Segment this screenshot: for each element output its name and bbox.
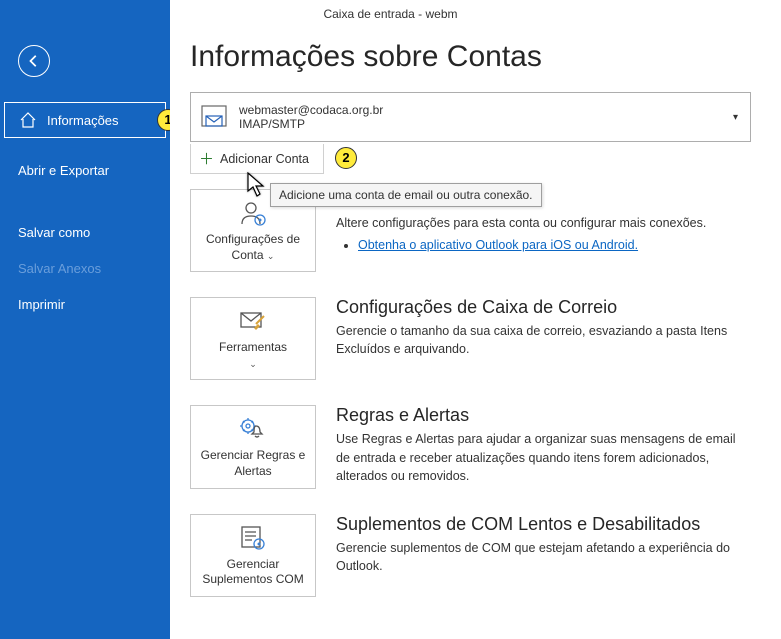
- cursor-icon: [247, 172, 267, 203]
- nav-salvar-anexos: Salvar Anexos: [0, 250, 170, 286]
- card-label: Configurações de Conta ⌄: [195, 232, 311, 263]
- nav-salvar-como[interactable]: Salvar como: [0, 214, 170, 250]
- section-desc: Altere configurações para esta conta ou …: [336, 214, 751, 254]
- add-account-button[interactable]: ＋ Adicionar Conta 2: [190, 144, 324, 174]
- section-title: Regras e Alertas: [336, 405, 751, 426]
- nav-label: Abrir e Exportar: [18, 163, 109, 178]
- section-desc: Gerencie suplementos de COM que estejam …: [336, 539, 751, 575]
- sidebar: Informações 1 Abrir e Exportar Salvar co…: [0, 0, 170, 639]
- callout-2: 2: [335, 147, 357, 169]
- section-title: Configurações de Caixa de Correio: [336, 297, 751, 318]
- nav-label: Salvar Anexos: [18, 261, 101, 276]
- account-email: webmaster@codaca.org.br: [239, 103, 733, 117]
- page-title: Informações sobre Contas: [190, 40, 751, 74]
- nav-abrir-exportar[interactable]: Abrir e Exportar: [0, 152, 170, 188]
- card-label: Gerenciar Suplementos COM: [195, 557, 311, 588]
- gear-bell-icon: [238, 414, 268, 444]
- nav-label: Imprimir: [18, 297, 65, 312]
- com-addins-card[interactable]: Gerenciar Suplementos COM: [190, 514, 316, 597]
- mailbox-icon: [199, 102, 229, 132]
- card-label: Gerenciar Regras e Alertas: [195, 448, 311, 479]
- section-desc: Use Regras e Alertas para ajudar a organ…: [336, 430, 751, 484]
- add-account-label: Adicionar Conta: [220, 152, 309, 166]
- nav-informacoes[interactable]: Informações 1: [4, 102, 166, 138]
- section-desc: Gerencie o tamanho da sua caixa de corre…: [336, 322, 751, 358]
- card-label: Ferramentas⌄: [219, 340, 287, 371]
- arrow-left-icon: [27, 54, 41, 68]
- chevron-down-icon: ▾: [733, 112, 738, 123]
- content-area: Informações sobre Contas webmaster@codac…: [170, 30, 781, 639]
- account-protocol: IMAP/SMTP: [239, 117, 733, 131]
- section-title: Suplementos de COM Lentos e Desabilitado…: [336, 514, 751, 535]
- outlook-app-link[interactable]: Obtenha o aplicativo Outlook para iOS ou…: [358, 238, 638, 252]
- nav-label: Informações: [47, 113, 119, 128]
- home-icon: [19, 111, 37, 129]
- account-text: webmaster@codaca.org.br IMAP/SMTP: [239, 103, 733, 131]
- account-selector[interactable]: webmaster@codaca.org.br IMAP/SMTP ▾: [190, 92, 751, 142]
- list-gear-icon: [238, 523, 268, 553]
- chevron-down-icon: ⌄: [249, 359, 257, 369]
- rules-alerts-card[interactable]: Gerenciar Regras e Alertas: [190, 405, 316, 488]
- add-account-tooltip: Adicione uma conta de email ou outra con…: [270, 183, 542, 207]
- nav-imprimir[interactable]: Imprimir: [0, 286, 170, 322]
- nav-label: Salvar como: [18, 225, 90, 240]
- mailbox-broom-icon: [238, 306, 268, 336]
- tools-card[interactable]: Ferramentas⌄: [190, 297, 316, 380]
- chevron-down-icon: ⌄: [267, 251, 275, 261]
- back-button[interactable]: [18, 45, 50, 77]
- plus-icon: ＋: [199, 148, 214, 169]
